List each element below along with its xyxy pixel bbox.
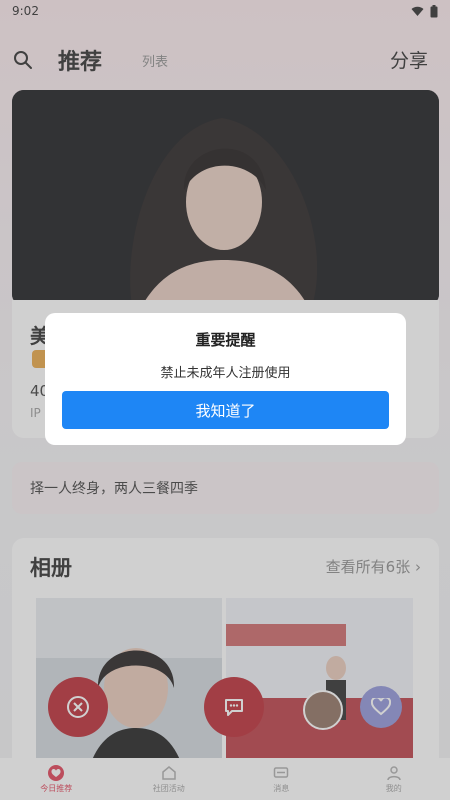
reminder-dialog: 重要提醒 禁止未成年人注册使用 我知道了 (45, 313, 406, 445)
confirm-button[interactable]: 我知道了 (62, 391, 389, 429)
dialog-title: 重要提醒 (195, 331, 256, 349)
dialog-message: 禁止未成年人注册使用 (160, 366, 291, 381)
